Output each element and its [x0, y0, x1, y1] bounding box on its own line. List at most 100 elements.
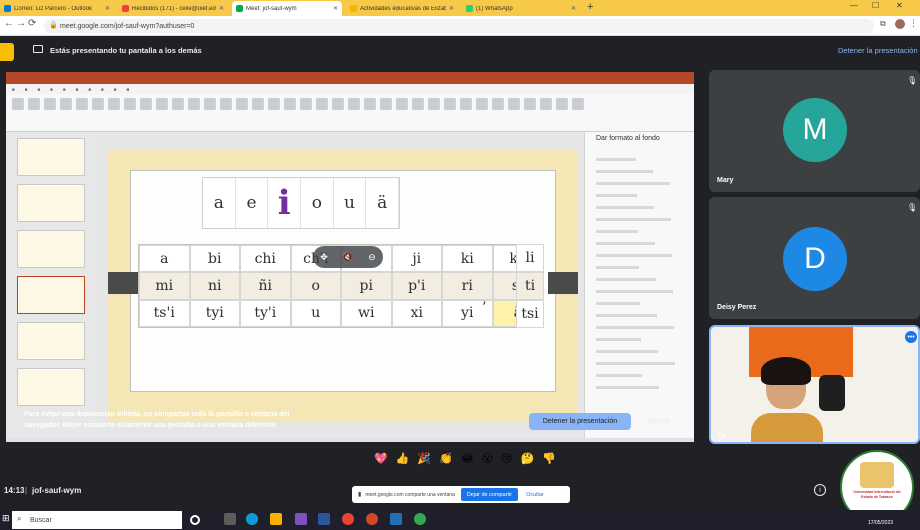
tab-4[interactable]: (1) WhatsApp ✕ — [462, 1, 580, 16]
format-option-line — [596, 158, 636, 161]
cortana-icon[interactable] — [190, 515, 200, 525]
slide-thumbnail[interactable] — [17, 184, 85, 222]
ribbon-tool-icon — [156, 98, 168, 110]
reaction-button[interactable]: 👎 — [542, 452, 556, 470]
reaction-button[interactable]: 👍 — [396, 452, 410, 470]
chrome-icon[interactable] — [342, 513, 354, 525]
slide-thumbnail[interactable] — [17, 276, 85, 314]
ribbon-tool-icon — [28, 98, 40, 110]
format-option-line — [596, 266, 639, 269]
participant-tile-deisy[interactable]: D Deisy Perez 🎙 — [709, 197, 920, 319]
share-notice-bar: ▮ meet.google.com comparte una ventana D… — [352, 486, 570, 503]
syllable-cell: a — [139, 245, 190, 273]
reaction-button[interactable]: 😂 — [461, 452, 474, 470]
syllable-cell: ts'i — [139, 299, 190, 327]
powerpoint-icon[interactable] — [366, 513, 378, 525]
tab-close-icon[interactable]: ✕ — [571, 5, 576, 12]
vowel-cell: ä — [366, 178, 400, 228]
slide-bar-left — [108, 272, 138, 294]
profile-avatar[interactable] — [895, 19, 905, 29]
edge-icon[interactable] — [246, 513, 258, 525]
reaction-button[interactable]: 🤔 — [521, 452, 535, 470]
close-window-icon[interactable]: ✕ — [896, 1, 903, 10]
tab-label: Meet: jof-sauf-wym — [246, 5, 297, 12]
syllable-cell: wi — [341, 299, 392, 327]
tab-close-icon[interactable]: ✕ — [449, 5, 454, 12]
duplication-warning: Para evitar una duplicación infinita, no… — [24, 411, 290, 429]
reaction-button[interactable]: 💖 — [374, 452, 388, 470]
word-icon[interactable] — [318, 513, 330, 525]
self-video-tile[interactable]: Tú ••• — [709, 325, 920, 444]
ribbon-tool-icon — [124, 98, 136, 110]
reaction-button[interactable]: 😢 — [501, 452, 512, 470]
reaction-button[interactable]: 🎉 — [417, 452, 431, 470]
tab-0[interactable]: Correo: Liz Parcero - Outlook ✕ — [0, 1, 114, 16]
screen-share-icon — [33, 45, 43, 53]
syllable-cell: mi — [139, 272, 190, 300]
slide-thumbnail[interactable] — [17, 138, 85, 176]
ribbon-tool-icon — [492, 98, 504, 110]
ribbon-tool-icon — [60, 98, 72, 110]
extensions-icon[interactable]: ⧉ — [880, 19, 886, 29]
participant-tile-mary[interactable]: M Mary 🎙 — [709, 70, 920, 192]
mute-icon[interactable]: 🔇 — [342, 252, 353, 263]
stop-presenting-link[interactable]: Detener la presentación — [838, 46, 918, 55]
ribbon-tool-icon — [364, 98, 376, 110]
ribbon-tool-icon — [172, 98, 184, 110]
tab-close-icon[interactable]: ✕ — [105, 5, 110, 12]
address-bar[interactable]: 🔒 meet.google.com/jof-sauf-wym?authuser=… — [44, 19, 874, 33]
format-pane-title: Dar formato al fondo — [596, 135, 660, 142]
tab-close-icon[interactable]: ✕ — [333, 5, 338, 12]
tab-1[interactable]: Recibidos (171) - ceile@uiet.edu.mx✕ — [118, 1, 228, 16]
vowel-cell: e — [236, 178, 269, 228]
participant-name: Deisy Perez — [717, 304, 757, 311]
chrome-profile-icon[interactable] — [414, 513, 426, 525]
slide-thumbnail[interactable] — [17, 230, 85, 268]
ribbon-tool-icon — [92, 98, 104, 110]
format-option-line — [596, 374, 642, 377]
tab-2[interactable]: Meet: jof-sauf-wym ✕ — [232, 1, 342, 16]
slide-thumbnail[interactable] — [17, 368, 85, 406]
powerpoint-titlebar — [6, 72, 694, 84]
minimize-icon[interactable]: — — [850, 1, 858, 10]
info-icon[interactable]: i — [814, 484, 826, 496]
new-tab-button[interactable]: + — [587, 1, 593, 13]
reaction-button[interactable]: 😮 — [482, 452, 493, 470]
ribbon-tool-icon — [412, 98, 424, 110]
ribbon-tool-icon — [300, 98, 312, 110]
reaction-button[interactable]: 👏 — [439, 452, 453, 470]
maximize-icon[interactable]: ☐ — [872, 1, 879, 10]
menu-icon[interactable]: ⋮ — [909, 18, 918, 29]
file-explorer-icon[interactable] — [270, 513, 282, 525]
hide-link[interactable]: Ocultar — [526, 492, 544, 498]
ribbon-tool-icon — [44, 98, 56, 110]
reload-icon[interactable]: ⟳ — [28, 18, 36, 29]
task-view-icon[interactable] — [224, 513, 236, 525]
logo-building — [860, 462, 894, 488]
stop-sharing-button[interactable]: Dejar de compartir — [460, 488, 519, 501]
syllable-cell: ni — [189, 272, 240, 300]
photos-icon[interactable] — [390, 513, 402, 525]
format-option-line — [596, 314, 657, 317]
ribbon-tool-icon — [188, 98, 200, 110]
pin-icon[interactable]: ✥ — [320, 252, 328, 263]
remove-icon[interactable]: ⊖ — [368, 252, 376, 263]
vowel-row: aeiouä — [202, 177, 400, 229]
powerpoint-ribbon-tabs: ■ ■ ■ ■ ■ ■ ■ ■ ■ ■ — [6, 84, 694, 94]
taskbar-search[interactable]: ⌕ Buscar — [12, 511, 182, 529]
stop-presentation-button[interactable]: Detener la presentación — [529, 413, 631, 430]
slide-thumbnail[interactable] — [17, 322, 85, 360]
more-options-icon[interactable]: ••• — [905, 331, 917, 343]
forward-icon[interactable]: → — [16, 18, 26, 29]
tab-close-icon[interactable]: ✕ — [219, 5, 224, 12]
format-background-pane — [584, 132, 694, 438]
media-icon[interactable] — [295, 513, 307, 525]
participant-name: Tú — [717, 433, 726, 440]
tab-3[interactable]: Actividades educativas de Elizabe...✕ — [346, 1, 458, 16]
back-icon[interactable]: ← — [4, 18, 14, 29]
syllable-cell: ki — [442, 245, 493, 273]
tile-controls-overlay[interactable]: ✥ 🔇 ⊖ — [313, 246, 383, 268]
ribbon-tool-icon — [108, 98, 120, 110]
windows-start-icon[interactable]: ⊞ — [2, 513, 10, 524]
ignore-button[interactable]: Ignorar — [640, 413, 678, 430]
